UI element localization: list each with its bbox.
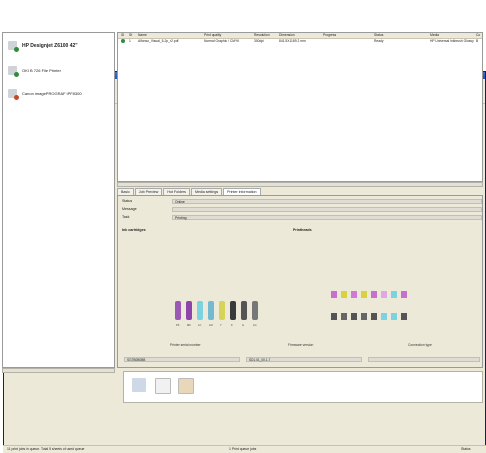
status-label: Status [122, 199, 133, 203]
message-label: Message [122, 207, 137, 211]
task-label: Task [122, 215, 130, 219]
ink-cartridge [175, 301, 181, 320]
printhead [341, 291, 347, 298]
connection-value [368, 357, 480, 362]
printhead [371, 313, 377, 320]
ink-cartridge [252, 301, 258, 320]
calibration-icon[interactable] [155, 378, 171, 394]
printhead [401, 291, 407, 298]
printer-icon [8, 41, 19, 52]
task-value: Printing [172, 215, 482, 220]
tab-basic[interactable]: Basic [117, 188, 134, 195]
printer-icon [8, 66, 19, 77]
printer-item[interactable]: HP Designjet Z6100 42" [8, 41, 78, 52]
ink-cartridge [241, 301, 247, 320]
printer-name: Canon imagePROGRAF iPF8300 [22, 91, 82, 96]
tab-hot-folders[interactable]: Hot Folders [163, 188, 190, 195]
ink-cartridge-label: G [242, 324, 245, 327]
table-cell: Ready [374, 39, 384, 43]
job-list: ID St Name Print quality Resolution Dime… [117, 32, 483, 182]
printhead [391, 291, 397, 298]
printer-name: OKI B 726 File Printer [22, 68, 61, 73]
ink-cartridge [230, 301, 236, 320]
ink-cartridge-label: MK [187, 324, 191, 327]
firmware-value: SD1.01_00.1.7 [246, 357, 362, 362]
printhead [381, 291, 387, 298]
column-header[interactable]: Resolution [254, 33, 270, 38]
printhead [331, 313, 337, 320]
color-settings-icon[interactable] [178, 378, 194, 394]
job-status-icon [121, 39, 125, 43]
printer-icon [8, 89, 19, 100]
column-header[interactable]: Dimension [279, 33, 295, 38]
printheads-label: Printheads [293, 228, 312, 232]
ink-cartridge [197, 301, 203, 320]
ink-cartridge-label: LM [209, 324, 213, 327]
column-header[interactable]: ID [121, 33, 124, 38]
table-cell: Alfonso_Visual_5-2p_r2.pdf [138, 39, 179, 43]
ink-cartridges-label: Ink cartridges [122, 228, 146, 232]
printhead [401, 313, 407, 320]
connection-label: Connection type [408, 343, 432, 347]
printhead [391, 313, 397, 320]
ink-cartridge-label: LG [253, 324, 257, 327]
printer-item[interactable]: Canon imagePROGRAF iPF8300 [8, 89, 82, 100]
ink-cartridge-label: PK [176, 324, 180, 327]
table-cell: 1 [129, 39, 131, 43]
table-cell: B [476, 39, 479, 43]
printer-status-icon [14, 95, 19, 100]
printhead [361, 313, 367, 320]
tab-job-preview[interactable]: Job Preview [134, 188, 163, 195]
tab-bar: Basic Job Preview Hot Folders Media sett… [117, 188, 262, 195]
ink-cartridge-label: Y [220, 324, 222, 327]
column-header[interactable]: Media [430, 33, 439, 38]
printer-information-panel: Status Online Message Task Printing Ink … [117, 195, 483, 368]
printhead [341, 313, 347, 320]
status-value: Online [172, 199, 482, 204]
serial-label: Printer serial number [170, 343, 201, 347]
ink-cartridge-label: K [231, 324, 233, 327]
ink-cartridge-label: LC [198, 324, 202, 327]
printhead [351, 291, 357, 298]
ink-cartridge [219, 301, 225, 320]
printer-status-icon [14, 47, 19, 52]
firmware-label: Firmware version [288, 343, 314, 347]
printhead [361, 291, 367, 298]
printer-list: HP Designjet Z6100 42" OKI B 726 File Pr… [2, 32, 115, 368]
table-cell: HP Universal Inkbrush Glossy [430, 39, 474, 43]
column-header[interactable]: Progress [323, 33, 336, 38]
column-header[interactable]: Name [138, 33, 147, 38]
column-header[interactable]: Status [374, 33, 383, 38]
printhead [331, 291, 337, 298]
ink-cartridge [208, 301, 214, 320]
tab-media-settings[interactable]: Media settings [190, 188, 223, 195]
serial-value: SG7B0B0BB [124, 357, 240, 362]
message-row: Message [120, 207, 482, 212]
column-header[interactable]: Co [476, 33, 480, 38]
printer-status-icon [14, 72, 19, 77]
task-row: Task Printing [120, 215, 482, 220]
printhead [371, 291, 377, 298]
column-header[interactable]: Print quality [204, 33, 221, 38]
job-list-scrollbar[interactable] [117, 182, 483, 187]
table-cell: 300dpi [254, 39, 264, 43]
table-cell: 841.5X1189.2 mm [279, 39, 306, 43]
printer-maintenance-icon[interactable] [132, 378, 146, 392]
column-header[interactable]: St [129, 33, 132, 38]
printer-list-scrollbar[interactable] [2, 368, 115, 373]
maintenance-tools [123, 371, 483, 403]
printer-item[interactable]: OKI B 726 File Printer [8, 66, 61, 77]
table-cell: Normal Graphic / CMYK [204, 39, 240, 43]
printhead [351, 313, 357, 320]
printer-name: HP Designjet Z6100 42" [22, 42, 78, 49]
ink-cartridge [186, 301, 192, 320]
table-row[interactable]: 1 Alfonso_Visual_5-2p_r2.pdf Normal Grap… [118, 39, 482, 44]
message-value [172, 207, 482, 212]
status-row: Status Online [120, 199, 482, 204]
printhead [381, 313, 387, 320]
tab-printer-information[interactable]: Printer information [223, 188, 261, 195]
